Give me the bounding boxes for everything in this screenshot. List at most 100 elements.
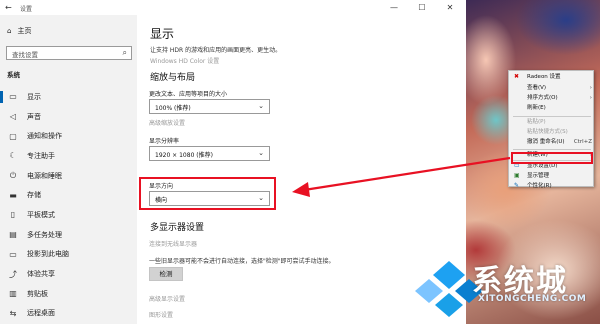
detect-description: 一些旧显示器可能不会进行自动连接，选择"检测"即可尝试手动连接。: [149, 258, 335, 265]
tablet-icon: ▯: [10, 210, 16, 220]
sidebar-home[interactable]: ⌂ 主页: [7, 25, 31, 37]
scale-layout-heading: 缩放与布局: [150, 73, 196, 83]
desktop-context-menu: ✖ Radeon 设置 查看(V) › 排序方式(O) › 刷新(E) 粘贴(P) 粘贴快捷方式…: [508, 70, 595, 189]
context-menu-item[interactable]: ✎ 个性化(R): [509, 181, 595, 191]
sidebar-item-label: 专注助手: [27, 151, 55, 160]
sidebar-item[interactable]: ▤ 多任务处理: [0, 225, 137, 245]
settings-window: ← 设置 — ☐ ✕ ⌂ 主页 查找设置 ⌕ 系统 ▭ 显示 ◁ 声音 ▢ 通知和操作 ☾ 专…: [0, 0, 466, 324]
hdr-settings-link[interactable]: Windows HD Color 设置: [150, 56, 219, 65]
sidebar: ⌂ 主页 查找设置 ⌕ 系统 ▭ 显示 ◁ 声音 ▢ 通知和操作 ☾ 专注助手 ⏻ 电源和睡眠 ▬ 存…: [0, 15, 137, 324]
advanced-scale-link[interactable]: 高级缩放设置: [149, 118, 185, 127]
context-menu-item[interactable]: 刷新(E): [509, 103, 595, 113]
search-icon[interactable]: ⌕: [123, 48, 127, 58]
sidebar-item[interactable]: ▯ 平板模式: [0, 205, 137, 225]
context-menu-item[interactable]: 粘贴(P): [509, 117, 595, 127]
resolution-label: 显示分辨率: [149, 138, 180, 145]
power-icon: ⏻: [9, 170, 17, 180]
sidebar-item[interactable]: ⏻ 电源和睡眠: [0, 166, 137, 186]
multi-display-heading: 多显示器设置: [150, 223, 205, 233]
context-menu-item-label: Radeon 设置: [527, 74, 561, 80]
context-menu-item[interactable]: 查看(V) ›: [509, 83, 595, 93]
chevron-right-icon: ›: [589, 95, 592, 101]
wireless-display-link[interactable]: 连接到无线显示器: [149, 239, 197, 248]
personalize-icon: ✎: [514, 182, 520, 189]
search-placeholder: 查找设置: [12, 51, 38, 59]
sidebar-item[interactable]: ◁ 声音: [0, 107, 137, 127]
sidebar-item-label: 多任务处理: [27, 230, 62, 239]
sidebar-item-label: 存储: [27, 191, 41, 200]
share-icon: ⤴: [9, 269, 17, 279]
context-menu-item[interactable]: ✖ Radeon 设置: [509, 72, 595, 82]
window-title: 设置: [20, 6, 33, 13]
page-title: 显示: [150, 27, 175, 41]
search-input[interactable]: 查找设置 ⌕: [6, 46, 132, 60]
context-menu-item-label: 刷新(E): [527, 105, 546, 111]
sidebar-item-label: 平板模式: [27, 210, 55, 219]
context-menu-item-label: 撤消 重命名(U): [527, 139, 565, 145]
sidebar-section-title: 系统: [7, 71, 20, 79]
sidebar-item-label: 远程桌面: [27, 309, 55, 318]
notification-icon: ▢: [9, 131, 17, 141]
title-bar: ← 设置 — ☐ ✕: [0, 0, 466, 15]
context-menu-item[interactable]: 撤消 重命名(U) Ctrl+Z: [509, 137, 595, 147]
context-menu-item-label: 个性化(R): [527, 183, 552, 189]
advanced-display-link[interactable]: 高级显示设置: [149, 294, 185, 303]
speaker-icon: ◁: [9, 112, 17, 122]
context-menu-separator: [513, 116, 591, 117]
graphics-settings-link[interactable]: 图形设置: [149, 310, 173, 319]
sidebar-item-label: 通知和操作: [27, 132, 62, 141]
detect-button[interactable]: 检测: [149, 267, 183, 281]
context-menu-item[interactable]: ▣ 显示管理: [509, 171, 595, 181]
sidebar-item-label: 体验共享: [27, 270, 55, 279]
storage-icon: ▬: [9, 190, 17, 200]
sidebar-home-label: 主页: [17, 27, 32, 35]
chevron-down-icon: ⌄: [258, 102, 264, 110]
context-menu-item-label: 查看(V): [527, 85, 547, 91]
sidebar-item-label: 显示: [27, 92, 41, 101]
minimize-button[interactable]: —: [380, 1, 408, 14]
sidebar-item[interactable]: ⤴ 体验共享: [0, 264, 137, 284]
display-settings-highlight-box: [511, 152, 593, 164]
context-menu-item[interactable]: 粘贴快捷方式(S): [509, 127, 595, 137]
maximize-button[interactable]: ☐: [408, 1, 436, 14]
watermark-url: XITONGCHENG.COM: [478, 294, 587, 304]
scale-dropdown[interactable]: 100% (推荐) ⌄: [149, 99, 270, 114]
sidebar-item[interactable]: ☾ 专注助手: [0, 146, 137, 166]
context-menu-item-label: 排序方式(O): [527, 95, 558, 101]
shortcut-label: Ctrl+Z: [573, 139, 592, 145]
context-menu-item-label: 显示管理: [527, 173, 550, 179]
orientation-highlight-box: [139, 177, 276, 210]
sidebar-item-label: 投影到此电脑: [27, 250, 69, 259]
back-arrow-icon[interactable]: ←: [5, 3, 12, 12]
display-manage-icon: ▣: [514, 172, 520, 179]
sidebar-item[interactable]: ▭ 显示: [0, 87, 137, 107]
resolution-dropdown[interactable]: 1920 × 1080 (推荐) ⌄: [149, 146, 270, 161]
scale-value: 100% (推荐): [155, 105, 191, 112]
project-icon: ▭: [9, 249, 17, 259]
multitask-icon: ▤: [9, 230, 17, 240]
clipboard-icon: ▥: [9, 289, 17, 299]
radeon-icon: ✖: [514, 73, 520, 80]
close-button[interactable]: ✕: [436, 1, 464, 14]
chevron-right-icon: ›: [589, 85, 592, 91]
scale-label: 更改文本、应用等项目的大小: [149, 91, 228, 98]
sidebar-item[interactable]: ▬ 存储: [0, 185, 137, 205]
sidebar-item[interactable]: ⇆ 远程桌面: [0, 304, 137, 324]
sidebar-item-label: 剪贴板: [27, 289, 48, 298]
sidebar-nav: ▭ 显示 ◁ 声音 ▢ 通知和操作 ☾ 专注助手 ⏻ 电源和睡眠 ▬ 存储 ▯ 平板模式 ▤ 多任务处理 ▭ 投影…: [0, 87, 137, 323]
monitor-icon: ▭: [9, 92, 17, 102]
moon-icon: ☾: [9, 151, 17, 161]
context-menu-item-label: 粘贴快捷方式(S): [527, 129, 568, 135]
sidebar-item-label: 声音: [27, 112, 41, 121]
hdr-description: 让支持 HDR 的游戏和应用的画面更亮、更生动。: [150, 47, 282, 54]
chevron-down-icon: ⌄: [258, 149, 264, 157]
sidebar-item-label: 电源和睡眠: [27, 171, 62, 180]
context-menu-separator: [513, 149, 591, 150]
remote-icon: ⇆: [9, 308, 17, 318]
context-menu-item-label: 粘贴(P): [527, 119, 546, 125]
context-menu-item[interactable]: 排序方式(O) ›: [509, 93, 595, 103]
sidebar-item[interactable]: ▭ 投影到此电脑: [0, 245, 137, 265]
sidebar-item[interactable]: ▥ 剪贴板: [0, 284, 137, 304]
home-icon: ⌂: [7, 27, 12, 35]
sidebar-item[interactable]: ▢ 通知和操作: [0, 126, 137, 146]
